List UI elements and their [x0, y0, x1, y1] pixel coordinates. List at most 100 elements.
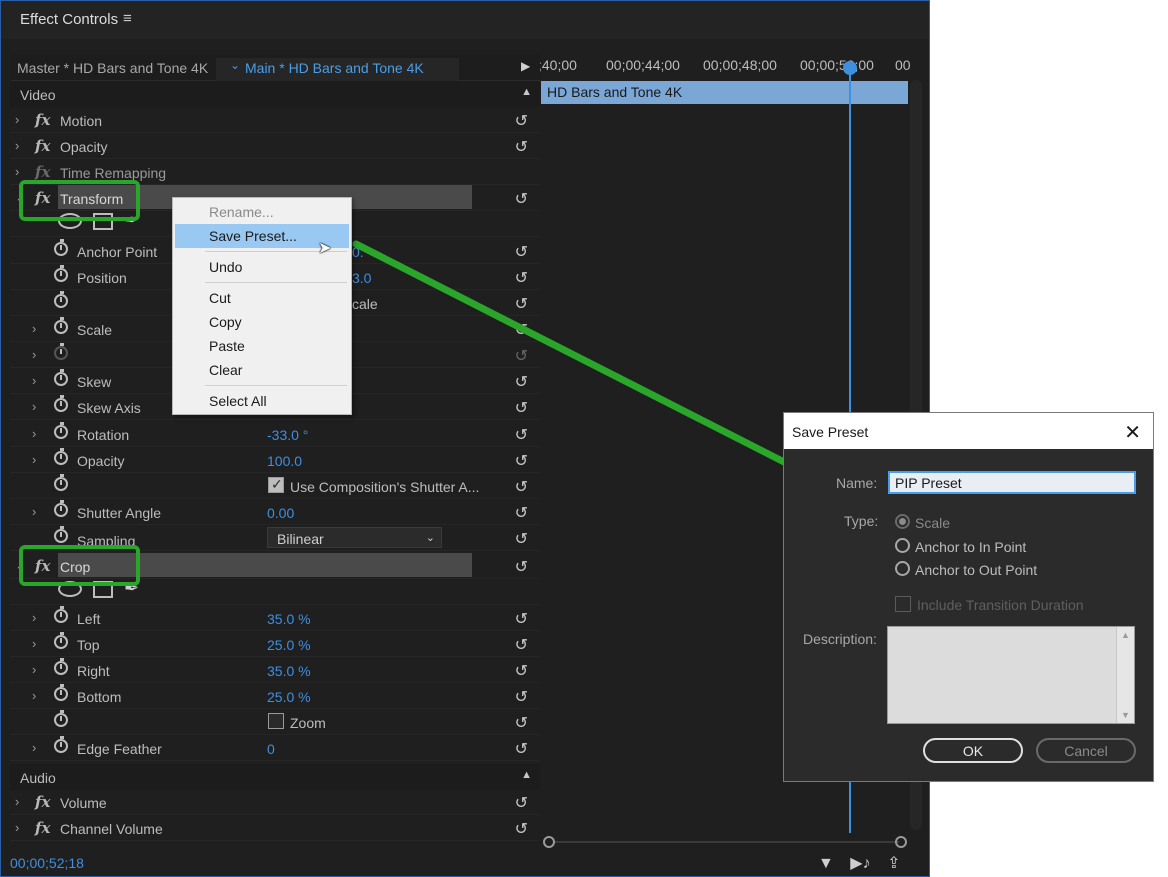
fx-icon[interactable]: fx [35, 137, 50, 155]
reset-icon[interactable]: ↺ [515, 713, 528, 733]
reset-icon[interactable]: ↺ [515, 529, 528, 549]
stopwatch-icon[interactable] [54, 710, 68, 727]
stopwatch-icon[interactable] [54, 474, 68, 491]
reset-icon[interactable]: ↺ [515, 739, 528, 759]
expand-chevron-icon[interactable]: › [32, 399, 36, 414]
expand-chevron-icon[interactable]: › [32, 636, 36, 651]
reset-icon[interactable]: ↺ [515, 242, 528, 262]
reset-icon[interactable]: ↺ [515, 268, 528, 288]
menu-item-copy[interactable]: Copy [175, 310, 349, 334]
expand-chevron-icon[interactable]: › [15, 794, 19, 809]
textarea-scrollbar[interactable]: ▲ ▼ [1116, 627, 1134, 723]
prop-value[interactable]: 35.0 % [267, 611, 311, 627]
audio-section-header[interactable]: Audio ▲ [10, 764, 540, 790]
prop-value[interactable]: -33.0 ° [267, 427, 308, 443]
reset-icon[interactable]: ↺ [515, 635, 528, 655]
prop-value[interactable]: 3.0 [352, 270, 371, 286]
stopwatch-icon[interactable] [54, 369, 68, 386]
collapse-up-icon[interactable]: ▲ [521, 86, 532, 98]
fx-icon[interactable]: fx [35, 793, 50, 811]
zoom-checkbox[interactable] [268, 713, 284, 729]
reset-icon[interactable]: ↺ [515, 425, 528, 445]
stopwatch-icon[interactable] [54, 606, 68, 623]
prop-value[interactable]: 0.00 [267, 505, 294, 521]
export-icon[interactable]: ⇪ [887, 855, 900, 872]
stopwatch-icon[interactable] [54, 500, 68, 517]
effect-row-volume[interactable]: › fx Volume ↺ [10, 789, 540, 815]
preset-name-input[interactable] [888, 471, 1136, 494]
fx-icon[interactable]: fx [35, 111, 50, 129]
expand-chevron-icon[interactable]: › [32, 662, 36, 677]
expand-chevron-icon[interactable]: › [15, 820, 19, 835]
collapse-up-icon[interactable]: ▲ [521, 769, 532, 781]
menu-item-undo[interactable]: Undo [175, 255, 349, 279]
scroll-down-icon[interactable]: ▼ [1121, 710, 1130, 720]
panel-menu-icon[interactable]: ≡ [123, 10, 132, 27]
stopwatch-icon[interactable] [54, 448, 68, 465]
effect-row-motion[interactable]: › fx Motion ↺ [10, 107, 540, 133]
stopwatch-icon[interactable] [54, 526, 68, 543]
scrollbar-left-handle[interactable] [543, 836, 555, 848]
prop-value[interactable]: 25.0 % [267, 689, 311, 705]
menu-item-select-all[interactable]: Select All [175, 389, 349, 413]
expand-chevron-icon[interactable]: › [32, 504, 36, 519]
scroll-up-icon[interactable]: ▲ [1121, 630, 1130, 640]
reset-icon[interactable]: ↺ [515, 111, 528, 131]
prop-value[interactable]: 35.0 % [267, 663, 311, 679]
description-textarea[interactable]: ▲ ▼ [887, 626, 1135, 724]
expand-chevron-icon[interactable]: › [32, 610, 36, 625]
stopwatch-icon[interactable] [54, 736, 68, 753]
filter-icon[interactable]: ▼ [818, 855, 834, 872]
type-radio-anchor-in[interactable] [895, 538, 910, 553]
prop-value[interactable]: 25.0 % [267, 637, 311, 653]
stopwatch-icon[interactable] [54, 684, 68, 701]
type-radio-anchor-out[interactable] [895, 561, 910, 576]
scrollbar-track[interactable] [553, 841, 899, 843]
play-audio-icon[interactable]: ▶♪ [850, 855, 870, 872]
reset-icon[interactable]: ↺ [515, 687, 528, 707]
expand-chevron-icon[interactable]: › [32, 373, 36, 388]
current-timecode[interactable]: 00;00;52;18 [10, 855, 84, 871]
expand-chevron-icon[interactable]: › [32, 321, 36, 336]
use-comp-shutter-checkbox[interactable] [268, 476, 284, 493]
menu-item-cut[interactable]: Cut [175, 286, 349, 310]
reset-icon[interactable]: ↺ [515, 372, 528, 392]
reset-icon[interactable]: ↺ [515, 451, 528, 471]
reset-icon[interactable]: ↺ [515, 189, 528, 209]
stopwatch-icon[interactable] [54, 422, 68, 439]
timeline-clip[interactable]: HD Bars and Tone 4K [541, 81, 908, 104]
reset-icon[interactable]: ↺ [515, 320, 528, 340]
expand-chevron-icon[interactable]: › [15, 138, 19, 153]
effect-row-opacity[interactable]: › fx Opacity ↺ [10, 133, 540, 159]
video-section-header[interactable]: Video ▲ [10, 81, 540, 107]
stopwatch-icon[interactable] [54, 265, 68, 282]
close-icon[interactable]: ✕ [1124, 420, 1141, 445]
chevron-down-icon[interactable]: ⌄ [230, 58, 240, 72]
menu-item-clear[interactable]: Clear [175, 358, 349, 382]
cancel-button[interactable]: Cancel [1036, 738, 1136, 763]
expand-chevron-icon[interactable]: › [15, 112, 19, 127]
reset-icon[interactable]: ↺ [515, 661, 528, 681]
horizontal-zoom-scrollbar[interactable] [543, 836, 907, 848]
playhead-handle[interactable] [843, 61, 857, 75]
stopwatch-icon[interactable] [54, 658, 68, 675]
ok-button[interactable]: OK [923, 738, 1023, 763]
reset-icon[interactable]: ↺ [515, 503, 528, 523]
reset-icon[interactable]: ↺ [515, 557, 528, 577]
reset-icon[interactable]: ↺ [515, 793, 528, 813]
reset-icon[interactable]: ↺ [515, 477, 528, 497]
menu-item-paste[interactable]: Paste [175, 334, 349, 358]
effect-row-channel-volume[interactable]: › fx Channel Volume ↺ [10, 815, 540, 841]
prop-value[interactable]: 0 [267, 741, 275, 757]
main-clip-tab[interactable]: Main * HD Bars and Tone 4K [245, 60, 424, 76]
prop-value[interactable]: 0. [352, 244, 364, 260]
master-clip-tab[interactable]: Master * HD Bars and Tone 4K [17, 60, 208, 76]
scrollbar-right-handle[interactable] [895, 836, 907, 848]
sampling-dropdown[interactable]: Bilinear ⌄ [267, 527, 442, 548]
expand-chevron-icon[interactable]: › [32, 740, 36, 755]
reset-icon[interactable]: ↺ [515, 137, 528, 157]
reset-icon[interactable]: ↺ [515, 294, 528, 314]
type-radio-scale[interactable] [895, 514, 910, 529]
stopwatch-icon[interactable] [54, 632, 68, 649]
fx-icon[interactable]: fx [35, 819, 50, 837]
